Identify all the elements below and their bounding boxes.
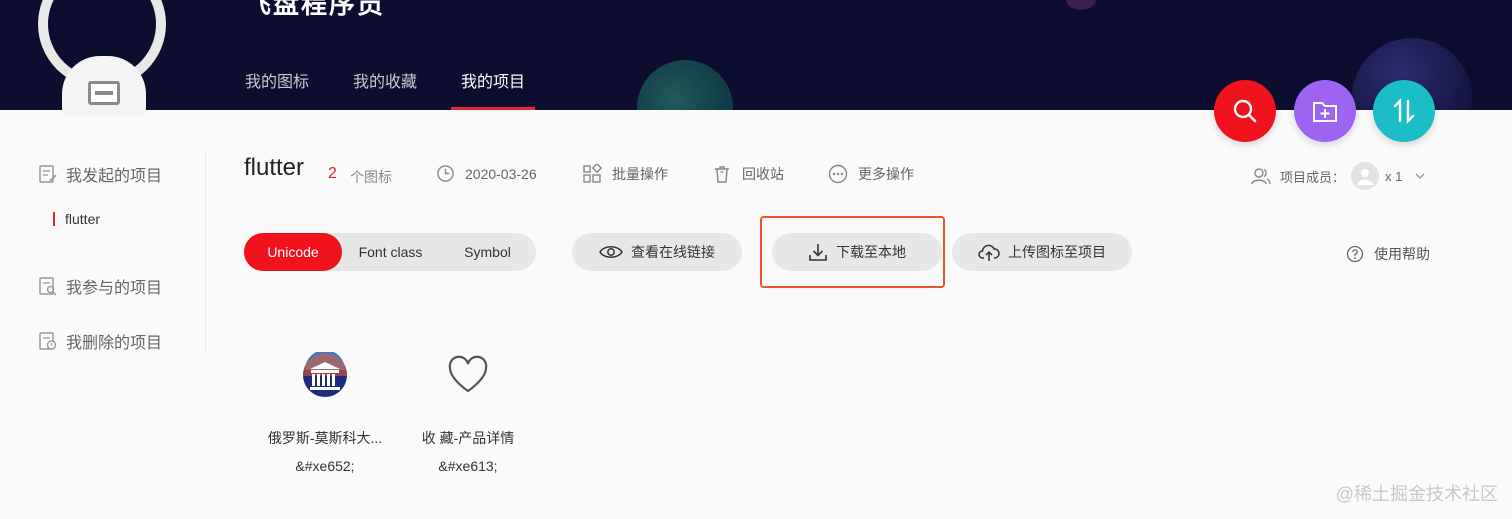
edit-doc-icon <box>39 165 57 183</box>
decorative-planet <box>1066 0 1096 10</box>
download-button[interactable]: 下载至本地 <box>772 233 942 271</box>
tab-my-projects[interactable]: 我的项目 <box>451 68 536 110</box>
tab-symbol[interactable]: Symbol <box>439 233 536 271</box>
heart-icon <box>448 355 488 393</box>
sidebar-item-label: 我发起的项目 <box>66 168 163 185</box>
trash-icon <box>715 166 729 183</box>
members-icon <box>1251 168 1271 185</box>
tab-my-icons[interactable]: 我的图标 <box>245 68 309 110</box>
tab-my-favorites[interactable]: 我的收藏 <box>353 68 417 110</box>
font-type-switch: Unicode Font class Symbol <box>244 233 536 271</box>
header-tabs: 我的图标 我的收藏 我的项目 <box>245 68 569 110</box>
icon-card[interactable]: 俄罗斯-莫斯科大... &#xe652; <box>255 350 395 474</box>
icon-name: 俄罗斯-莫斯科大... <box>267 430 383 446</box>
eye-icon <box>599 246 623 258</box>
more-ops-label: 更多操作 <box>858 166 914 182</box>
sidebar-item-flutter[interactable]: flutter <box>53 211 100 227</box>
header: 飞盘程序员 我的图标 我的收藏 我的项目 <box>0 0 1512 110</box>
help-label: 使用帮助 <box>1374 246 1430 262</box>
decorative-planet <box>637 60 733 110</box>
more-ops-button[interactable]: 更多操作 <box>828 164 914 184</box>
download-icon <box>809 244 827 261</box>
view-online-link-label: 查看在线链接 <box>631 244 715 260</box>
sidebar-item-label: 我参与的项目 <box>66 280 163 297</box>
icon-count: 2 <box>328 165 337 182</box>
icon-code: &#xe652; <box>295 458 355 474</box>
active-indicator <box>53 212 55 226</box>
grid-icon <box>583 164 602 183</box>
sidebar-item-label: flutter <box>65 211 101 227</box>
member-avatar <box>1351 162 1380 190</box>
avatar[interactable] <box>38 0 166 120</box>
sort-icon <box>1393 98 1415 124</box>
recycle-bin-button[interactable]: 回收站 <box>712 164 784 184</box>
recycle-bin-label: 回收站 <box>742 166 784 182</box>
sidebar-item-joined-projects[interactable]: 我参与的项目 <box>38 274 162 298</box>
user-icon <box>1357 169 1374 185</box>
tab-unicode[interactable]: Unicode <box>244 233 342 271</box>
add-project-button[interactable] <box>1294 80 1356 142</box>
more-icon <box>828 164 848 184</box>
download-label: 下载至本地 <box>836 244 906 260</box>
batch-ops-label: 批量操作 <box>612 166 668 182</box>
project-name: flutter <box>244 154 305 181</box>
project-date: 2020-03-26 <box>436 164 537 183</box>
icon-count-unit: 个图标 <box>350 169 392 185</box>
sidebar-item-label: 我删除的项目 <box>66 335 163 352</box>
clock-icon <box>437 165 454 182</box>
members-label: 项目成员： <box>1280 169 1346 185</box>
add-folder-icon <box>1313 102 1337 122</box>
icon-code: &#xe613; <box>438 458 498 474</box>
search-icon <box>1233 99 1257 123</box>
search-doc-icon <box>39 277 57 296</box>
cloud-upload-icon <box>978 244 1000 261</box>
view-online-link-button[interactable]: 查看在线链接 <box>572 233 742 271</box>
members-count: x 1 <box>1385 168 1403 184</box>
icon-name: 收 藏-产品详情 <box>421 430 515 446</box>
help-button[interactable]: 使用帮助 <box>1346 244 1430 264</box>
sidebar-item-my-projects[interactable]: 我发起的项目 <box>38 162 162 186</box>
moscow-university-icon <box>303 352 347 397</box>
deleted-doc-icon <box>39 332 57 350</box>
search-button[interactable] <box>1214 80 1276 142</box>
chevron-down-icon <box>1415 173 1425 179</box>
date-text: 2020-03-26 <box>465 165 537 182</box>
tab-font-class[interactable]: Font class <box>342 233 439 271</box>
help-icon <box>1346 245 1364 263</box>
sort-button[interactable] <box>1373 80 1435 142</box>
sidebar: 我发起的项目 flutter 我参与的项目 我删除的项目 <box>0 150 206 355</box>
watermark: @稀土掘金技术社区 <box>1335 484 1498 504</box>
upload-icons-button[interactable]: 上传图标至项目 <box>952 233 1132 271</box>
sidebar-item-deleted-projects[interactable]: 我删除的项目 <box>38 329 162 353</box>
upload-icons-label: 上传图标至项目 <box>1008 244 1106 260</box>
icon-card[interactable]: 收 藏-产品详情 &#xe613; <box>398 350 538 474</box>
batch-ops-button[interactable]: 批量操作 <box>582 164 668 184</box>
project-members[interactable]: 项目成员： x 1 <box>1250 162 1426 190</box>
page-title: 飞盘程序员 <box>245 0 386 19</box>
